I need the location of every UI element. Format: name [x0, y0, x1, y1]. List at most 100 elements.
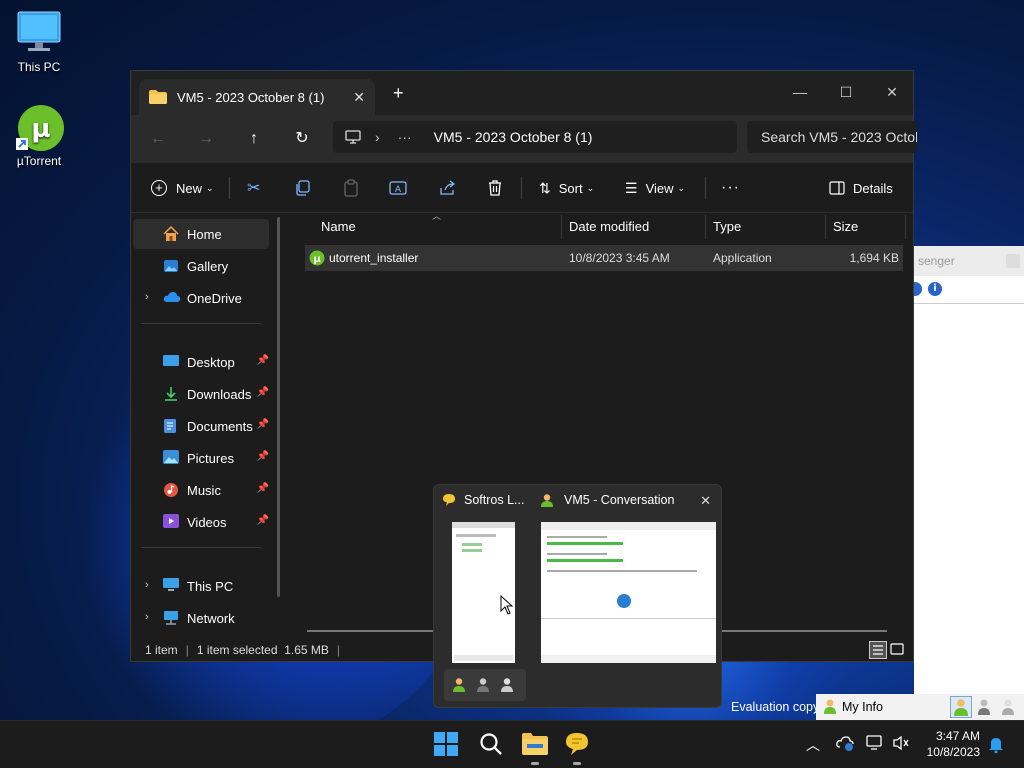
- tab-current-folder[interactable]: VM5 - 2023 October 8 (1) ✕: [139, 79, 375, 115]
- offline-status-icon[interactable]: [1000, 698, 1016, 719]
- sort-button[interactable]: ⇅ Sort ⌄: [539, 175, 594, 201]
- sidebar-item-desktop[interactable]: Desktop 📌: [133, 347, 269, 377]
- sidebar-item-music[interactable]: Music 📌: [133, 475, 269, 505]
- refresh-icon[interactable]: ↻: [287, 125, 317, 153]
- close-preview-icon[interactable]: ✕: [700, 493, 711, 509]
- cloud-info-icon[interactable]: [836, 735, 854, 754]
- view-button[interactable]: ☰ View ⌄: [625, 175, 685, 201]
- rename-icon[interactable]: A: [389, 175, 407, 201]
- close-window-icon[interactable]: ✕: [869, 77, 915, 107]
- chevron-right-icon[interactable]: ›: [145, 611, 149, 623]
- sidebar-item-label: Home: [187, 226, 222, 242]
- delete-icon[interactable]: [487, 175, 503, 201]
- address-bar[interactable]: › ··· VM5 - 2023 October 8 (1): [333, 121, 737, 153]
- tab-title: VM5 - 2023 October 8 (1): [177, 89, 325, 105]
- paste-icon[interactable]: [343, 175, 359, 201]
- forward-arrow-icon[interactable]: →: [191, 125, 221, 153]
- search-box[interactable]: Search VM5 - 2023 October 8 (1): [747, 121, 917, 153]
- user-icon: [541, 494, 553, 507]
- sidebar-item-home[interactable]: Home: [133, 219, 269, 249]
- divider: [229, 177, 230, 199]
- chevron-right-icon[interactable]: ›: [145, 291, 149, 303]
- preview-title-softros[interactable]: Softros L...: [442, 493, 524, 507]
- column-header-date[interactable]: Date modified: [561, 213, 705, 241]
- divider: [141, 323, 261, 324]
- preview-title-text: Softros L...: [464, 493, 525, 507]
- sidebar-item-downloads[interactable]: Downloads 📌: [133, 379, 269, 409]
- sidebar-item-label: Music: [187, 482, 221, 498]
- monitor-icon: [16, 10, 62, 56]
- svg-text:A: A: [395, 185, 402, 195]
- divider: |: [185, 643, 189, 657]
- start-windows-icon[interactable]: [433, 731, 461, 759]
- divider: [905, 215, 906, 239]
- preview-thumbnail-conversation[interactable]: [541, 522, 716, 663]
- notification-bell-icon[interactable]: [988, 735, 1004, 756]
- tiles-view-icon[interactable]: [889, 641, 907, 659]
- volume-muted-icon[interactable]: [892, 735, 910, 754]
- sidebar-item-videos[interactable]: Videos 📌: [133, 507, 269, 537]
- item-count: 1 item: [145, 643, 178, 657]
- sidebar-item-this-pc[interactable]: › This PC: [133, 571, 269, 601]
- desktop-icon-this-pc[interactable]: This PC: [0, 10, 78, 74]
- column-header-label: Type: [713, 219, 742, 234]
- offline-user-icon[interactable]: [500, 677, 514, 696]
- chevron-up-icon[interactable]: ︿: [806, 735, 820, 755]
- sidebar-scrollbar[interactable]: [277, 217, 280, 597]
- file-explorer-taskbar-icon[interactable]: [521, 731, 549, 765]
- sidebar-item-documents[interactable]: Documents 📌: [133, 411, 269, 441]
- sidebar-item-gallery[interactable]: Gallery: [133, 251, 269, 281]
- copy-icon[interactable]: [295, 175, 311, 201]
- search-icon[interactable]: [478, 731, 506, 759]
- chat-bubble-icon: [443, 494, 455, 506]
- column-header-size[interactable]: Size: [825, 213, 905, 241]
- network-tray-icon[interactable]: [866, 735, 884, 754]
- sort-icon: ⇅: [539, 179, 551, 196]
- pin-icon: 📌: [256, 483, 269, 494]
- more-options-icon[interactable]: ···: [721, 175, 740, 201]
- sidebar-item-pictures[interactable]: Pictures 📌: [133, 443, 269, 473]
- info-icon[interactable]: i: [928, 282, 942, 296]
- back-arrow-icon[interactable]: ←: [143, 125, 173, 153]
- cloud-icon: [163, 290, 181, 306]
- desktop-icon-utorrent[interactable]: µ µTorrent: [0, 104, 78, 168]
- messenger-window[interactable]: senger i: [908, 246, 1024, 720]
- chevron-right-icon[interactable]: ›: [145, 579, 149, 591]
- details-view-icon[interactable]: [869, 641, 887, 659]
- more-path-icon[interactable]: ···: [398, 129, 412, 145]
- column-header-type[interactable]: Type: [705, 213, 825, 241]
- sidebar-item-network[interactable]: › Network: [133, 603, 269, 633]
- network-icon: [163, 610, 181, 626]
- cut-icon[interactable]: ✂: [247, 175, 260, 201]
- preview-thumbnail-softros[interactable]: [452, 522, 515, 663]
- messenger-body: [914, 304, 1024, 720]
- sidebar-item-label: Desktop: [187, 354, 235, 370]
- away-user-icon[interactable]: [476, 677, 490, 696]
- details-button[interactable]: Details: [829, 175, 893, 201]
- system-clock[interactable]: 3:47 AM 10/8/2023: [927, 728, 980, 760]
- sort-ascending-icon: ︿: [432, 211, 442, 221]
- divider: [141, 547, 261, 548]
- pictures-icon: [163, 450, 181, 466]
- sidebar-item-label: This PC: [187, 578, 234, 594]
- evaluation-watermark: Evaluation copy: [731, 700, 820, 714]
- my-info-button[interactable]: My Info: [842, 700, 883, 714]
- online-status-icon[interactable]: [950, 696, 972, 718]
- close-icon[interactable]: [1006, 254, 1020, 268]
- away-status-icon[interactable]: [976, 698, 992, 719]
- table-row[interactable]: µ utorrent_installer 10/8/2023 3:45 AM A…: [305, 245, 903, 271]
- share-icon[interactable]: [439, 175, 457, 201]
- softros-messenger-taskbar-icon[interactable]: [564, 731, 592, 765]
- new-tab-icon[interactable]: +: [393, 83, 404, 104]
- new-button[interactable]: + New ⌄: [151, 175, 214, 201]
- preview-title-conversation[interactable]: VM5 - Conversation: [540, 493, 674, 507]
- maximize-icon[interactable]: ☐: [823, 77, 869, 107]
- minimize-icon[interactable]: —: [777, 77, 823, 107]
- up-arrow-icon[interactable]: ↑: [239, 125, 269, 153]
- running-indicator: [531, 762, 539, 765]
- close-tab-icon[interactable]: ✕: [353, 89, 365, 106]
- sidebar-item-onedrive[interactable]: › OneDrive: [133, 283, 269, 313]
- utorrent-icon: µ: [309, 250, 325, 266]
- chevron-down-icon: ⌄: [586, 182, 595, 193]
- online-user-icon[interactable]: [452, 677, 466, 696]
